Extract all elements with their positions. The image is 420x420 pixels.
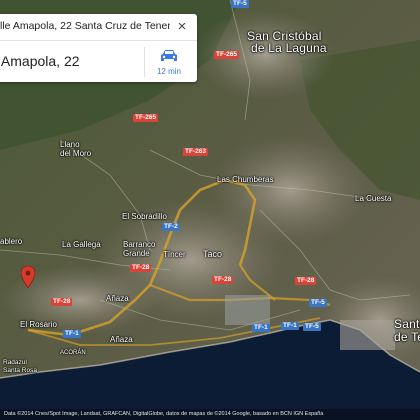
road-shield: TF-265 (214, 51, 239, 59)
place-label: El Sobradillo (122, 212, 167, 221)
road-shield: TF-28 (212, 276, 234, 284)
location-pin-icon[interactable] (21, 266, 35, 288)
road-shield: TF-5 (231, 0, 249, 8)
destination-name-text: e Amapola, 22 (0, 53, 80, 69)
road-shield: TF-5 (303, 323, 321, 331)
place-label: Barranco (123, 240, 156, 249)
industrial-area (225, 295, 270, 325)
road-shield: TF-265 (133, 114, 158, 122)
place-label: Santa (394, 317, 420, 331)
place-label: La Gallega (62, 240, 101, 249)
place-label: Tíncer (163, 250, 186, 259)
road-shield: TF-28 (295, 277, 317, 285)
close-button[interactable]: × (173, 17, 191, 37)
map-attribution: Data ©2014 Cnes/Spot Image, Landsat, GRA… (0, 409, 420, 420)
place-label: La Cuesta (355, 194, 392, 203)
road-shield: TF-1 (252, 324, 270, 332)
place-label: Taco (203, 249, 223, 259)
road-shield: TF-263 (183, 148, 208, 156)
road-shield: TF-28 (130, 264, 152, 272)
place-label: de La Laguna (251, 41, 327, 55)
place-label: ablero (0, 237, 23, 246)
place-label: Llano (60, 140, 80, 149)
divider (144, 47, 145, 77)
place-label: del Moro (60, 149, 92, 158)
road-shield: TF-1 (63, 330, 81, 338)
search-row: lle Amapola, 22 Santa Cruz de Tenerife × (0, 14, 197, 41)
search-input[interactable]: lle Amapola, 22 Santa Cruz de Tenerife (0, 20, 170, 32)
place-label: Grande (123, 249, 150, 258)
place-label: El Rosario (20, 320, 57, 329)
place-label: ACORÁN (60, 350, 86, 356)
directions-drive-button[interactable]: 12 min (146, 43, 192, 81)
car-icon (161, 50, 177, 61)
destination-name[interactable]: e Amapola, 22 (0, 53, 80, 69)
place-label: Añaza (106, 294, 129, 303)
place-label: Santa Rosa (3, 367, 37, 374)
place-label: Las Chumberas (217, 175, 274, 184)
destination-row: e Amapola, 22 12 min (0, 41, 197, 82)
road-shield: TF-1 (281, 322, 299, 330)
attribution-text: Data ©2014 Cnes/Spot Image, Landsat, GRA… (4, 411, 324, 417)
directions-card: lle Amapola, 22 Santa Cruz de Tenerife ×… (0, 14, 197, 82)
place-label: de Te (394, 330, 420, 344)
road-shield: TF-28 (51, 298, 73, 306)
place-label: Añaza (110, 335, 133, 344)
drive-time: 12 min (156, 67, 181, 76)
road-shield: TF-5 (309, 299, 327, 307)
road-shield: TF-2 (162, 223, 180, 231)
port-area (340, 320, 395, 350)
